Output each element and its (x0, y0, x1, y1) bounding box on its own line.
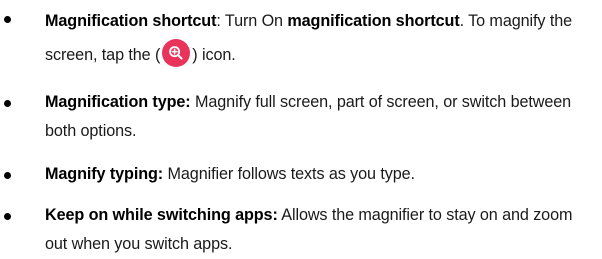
list-item-text: Magnification type: Magnify full screen,… (45, 88, 597, 146)
item-description: Magnifier follows texts as you type. (163, 165, 416, 183)
item-text-part: Turn On (220, 12, 288, 30)
list-item-text: Magnification shortcut: Turn On magnific… (45, 4, 597, 72)
term-keep-on-switching-apps: Keep on while switching apps: (45, 206, 278, 224)
list-item-text: Magnify typing: Magnifier follows texts … (45, 160, 597, 189)
inline-term-magnification-shortcut: magnification shortcut (287, 12, 460, 30)
bullet-icon (4, 172, 11, 179)
term-magnification-shortcut: Magnification shortcut (45, 12, 217, 30)
term-magnify-typing: Magnify typing: (45, 165, 164, 183)
item-text-part: ) icon. (192, 46, 236, 64)
bullet-icon (4, 16, 11, 23)
term-magnification-type: Magnification type: (45, 93, 191, 111)
magnifier-zoom-in-icon (162, 39, 191, 67)
list-item-text: Keep on while switching apps: Allows the… (45, 201, 597, 259)
magnifier-zoom-in-icon-graphic (162, 39, 191, 67)
bullet-icon (4, 100, 11, 107)
document-page: Magnification shortcut: Turn On magnific… (0, 0, 602, 253)
bullet-icon (4, 213, 11, 220)
